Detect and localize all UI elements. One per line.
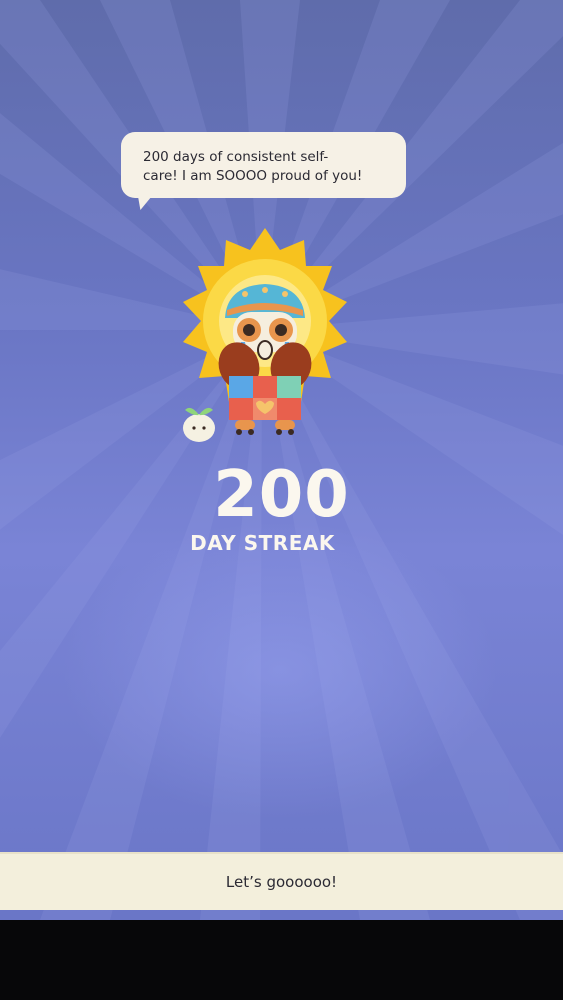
continue-button[interactable]: Let’s goooooo! bbox=[0, 852, 563, 910]
speech-bubble: 200 days of consistent self- care! I am … bbox=[121, 132, 406, 198]
message-line-2: care! I am SOOOO proud of you! bbox=[143, 168, 363, 184]
patchwork-body bbox=[229, 376, 301, 420]
ambient-glow bbox=[60, 520, 500, 820]
sun-creature-crying-icon bbox=[183, 228, 347, 442]
streak-label: DAY STREAK bbox=[190, 531, 335, 555]
streak-count: 200 bbox=[213, 458, 350, 532]
message-line-1: 200 days of consistent self- bbox=[143, 149, 329, 165]
sprout-icon bbox=[183, 407, 215, 442]
continue-button-label: Let’s goooooo! bbox=[225, 873, 338, 891]
screen-bezel bbox=[0, 920, 563, 1000]
streak-celebration-screen: 200 days of consistent self- care! I am … bbox=[0, 0, 563, 920]
